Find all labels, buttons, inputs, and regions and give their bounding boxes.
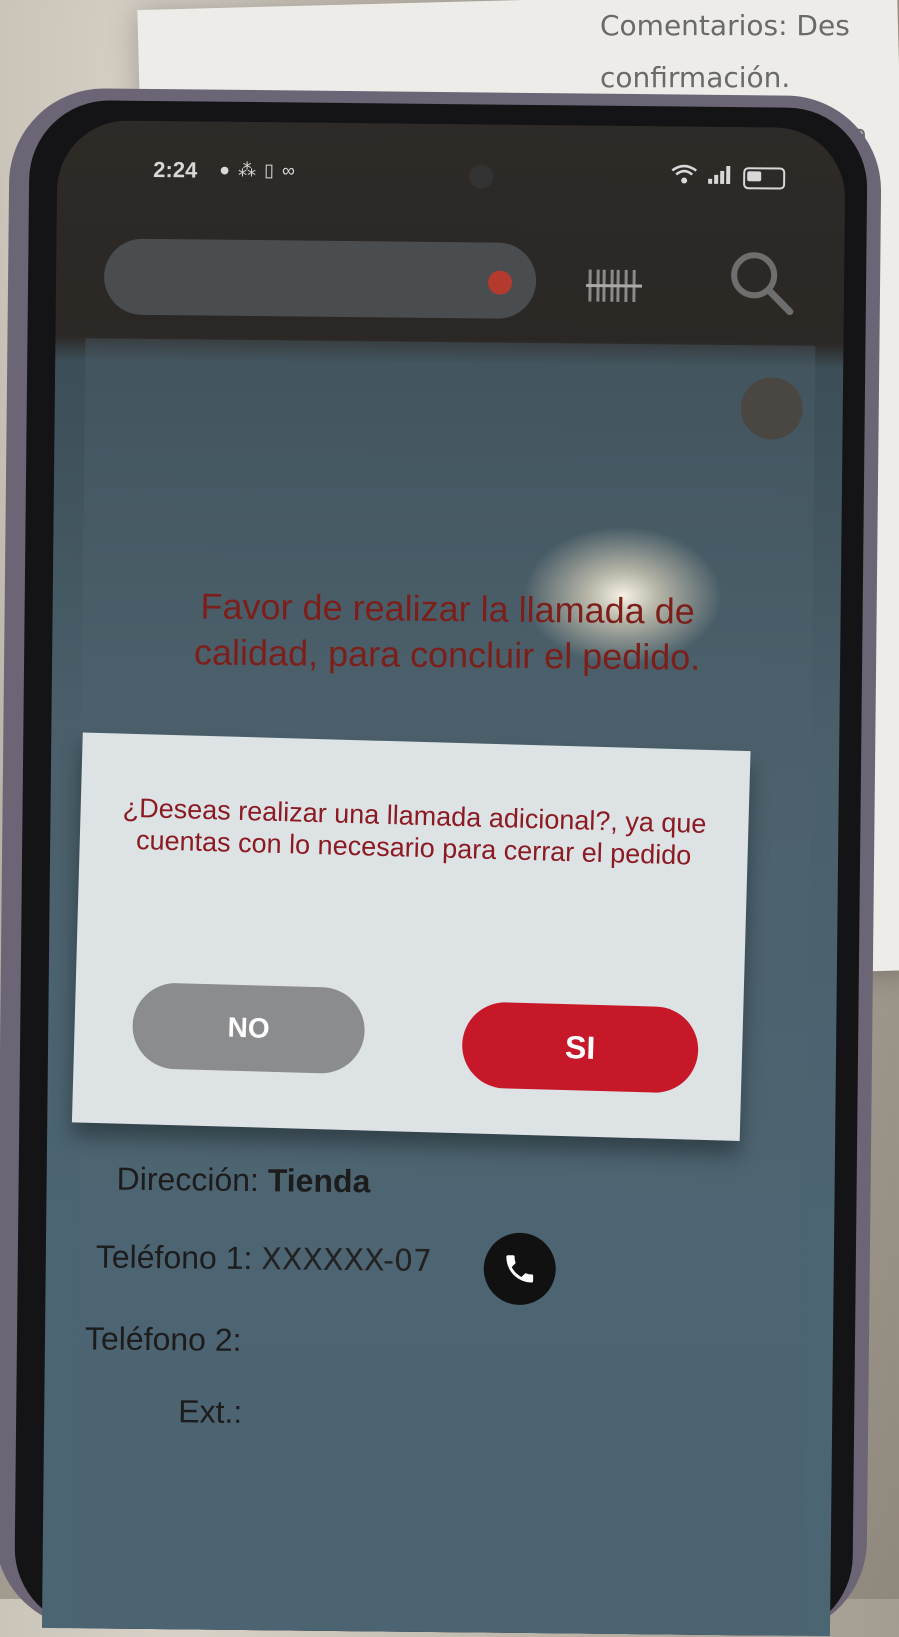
front-camera <box>469 164 493 188</box>
address-value: Tienda <box>268 1162 371 1199</box>
quality-call-notice: Favor de realizar la llamada de calidad,… <box>162 583 733 681</box>
phone-screen: 2:24 ● ⁂ ▯ ∞ <box>42 120 846 1636</box>
address-label: Dirección: <box>116 1161 259 1198</box>
confirm-dialog: ¿Deseas realizar una llamada adicional?,… <box>72 732 751 1140</box>
signal-icon <box>707 165 733 190</box>
paper-line-1: Comentarios: Des <box>600 0 850 52</box>
paper-text: Comentarios: Des confirmación. <box>600 0 850 104</box>
phone1-value: XXXXXX-07 <box>261 1242 432 1279</box>
phone1-label: Teléfono 1: <box>96 1238 253 1276</box>
address-row: Dirección: Tienda <box>116 1161 370 1201</box>
barcode-icon[interactable] <box>586 266 642 307</box>
phone1-row: Teléfono 1: XXXXXX-07 <box>96 1238 433 1279</box>
dialog-message: ¿Deseas realizar una llamada adicional?,… <box>107 791 721 872</box>
call-icon[interactable] <box>483 1233 556 1306</box>
phone-device: 2:24 ● ⁂ ▯ ∞ <box>0 87 882 1636</box>
phone-bezel: 2:24 ● ⁂ ▯ ∞ <box>14 100 868 1637</box>
phone2-row: Teléfono 2: <box>85 1320 242 1359</box>
ext-label: Ext.: <box>178 1393 242 1430</box>
no-button[interactable]: NO <box>131 982 365 1074</box>
system-icons <box>671 164 785 190</box>
corner-action-button[interactable] <box>740 377 803 440</box>
message-icon: ● <box>219 160 230 181</box>
voicemail-icon: ∞ <box>282 160 295 181</box>
yes-button[interactable]: SI <box>461 1001 699 1094</box>
search-input[interactable] <box>104 238 537 319</box>
wifi-icon <box>671 164 697 189</box>
search-icon[interactable] <box>726 247 797 318</box>
battery-icon: ▯ <box>264 160 274 181</box>
ext-row: Ext.: <box>178 1393 242 1431</box>
notification-icons: ● ⁂ ▯ ∞ <box>219 160 295 182</box>
record-dot-icon <box>488 270 512 294</box>
battery-level-icon <box>743 167 785 189</box>
share-icon: ⁂ <box>238 160 256 181</box>
status-time: 2:24 <box>153 157 197 183</box>
phone2-label: Teléfono 2: <box>85 1320 242 1358</box>
